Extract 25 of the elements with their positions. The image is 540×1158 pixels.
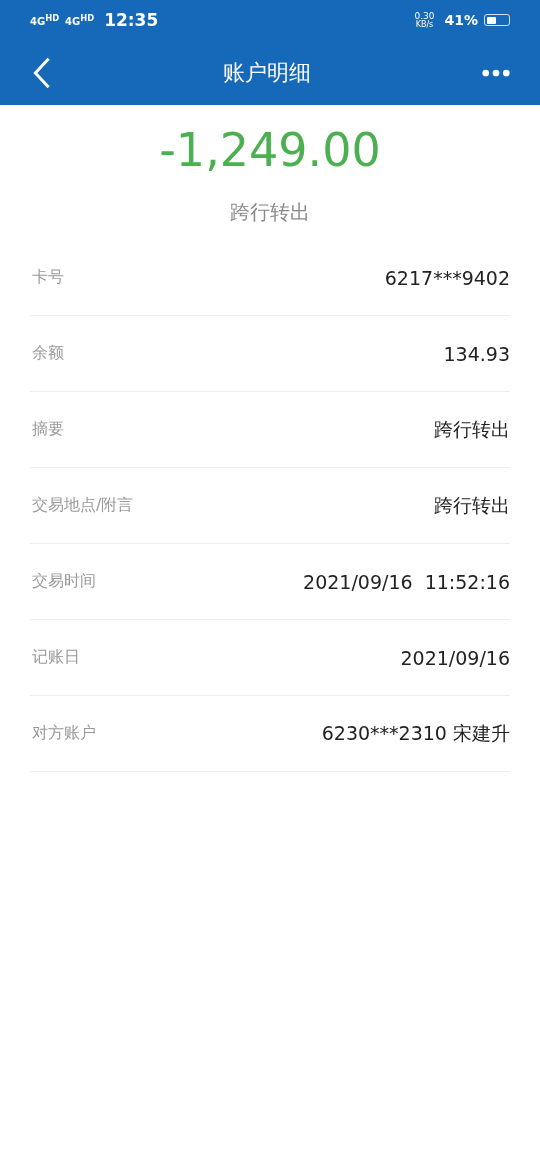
net-unit: KB/s (415, 20, 434, 29)
field-value: 跨行转出 (434, 492, 510, 518)
battery-percent: 41% (444, 12, 478, 28)
field-label: 交易地点/附言 (31, 495, 134, 516)
field-value: 6230***2310 宋建升 (321, 720, 510, 746)
net-speed: 0.30 (414, 11, 435, 21)
field-label: 交易时间 (31, 571, 96, 592)
field-value: 6217***9402 (384, 266, 510, 289)
transaction-type: 跨行转出 (229, 199, 311, 226)
more-icon[interactable] (482, 68, 510, 77)
page-title: 账户明细 (223, 58, 311, 87)
field-value: 2021/09/16 11:52:16 (303, 570, 510, 593)
battery-icon (484, 14, 510, 26)
field-value: 134.93 (443, 342, 510, 365)
status-time: 12:35 (104, 10, 159, 30)
field-label: 卡号 (31, 267, 64, 288)
field-value: 跨行转出 (434, 416, 510, 442)
amount: -1,249.00 (158, 123, 382, 177)
signal-label: 4G$^{HD}$ (30, 12, 60, 28)
field-label: 记账日 (31, 647, 80, 668)
field-label: 余额 (31, 343, 64, 364)
field-label: 摘要 (31, 419, 64, 440)
field-value: 2021/09/16 (400, 646, 510, 669)
field-label: 对方账户 (31, 723, 96, 744)
signal-label: 4G$^{HD}$ (65, 12, 95, 28)
